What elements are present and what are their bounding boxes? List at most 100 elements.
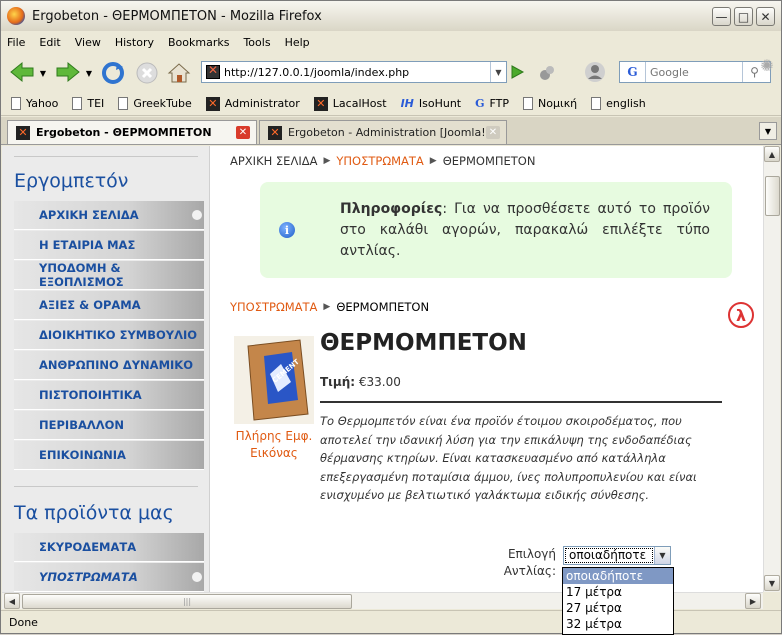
google-engine-icon[interactable]: G (620, 62, 646, 82)
bookmark-lacalhost[interactable]: ✕ LacalHost (313, 96, 387, 111)
breadcrumb-category[interactable]: ΥΠΟΣΤΡΩΜΑΤΑ (336, 154, 423, 168)
main-content: ΑΡΧΙΚΗ ΣΕΛΙΔΑ ▶ ΥΠΟΣΤΡΩΜΑΤΑ ▶ ΘΕΡΜΟΜΠΕΤΟ… (210, 146, 763, 592)
bookmark-nomiki[interactable]: Νομική (523, 97, 577, 110)
home-button[interactable] (165, 59, 193, 87)
menu-history[interactable]: History (115, 36, 154, 49)
chevron-down-icon[interactable]: ▼ (654, 547, 670, 564)
page-viewport: Εργομπετόν ΑΡΧΙΚΗ ΣΕΛΙΔΑ Η ΕΤΑΙΡΙΑ ΜΑΣ Υ… (2, 146, 763, 592)
menu-help[interactable]: Help (285, 36, 310, 49)
page-icon (72, 97, 83, 110)
sidebar-item-staff[interactable]: ΑΝΘΡΩΠΙΝΟ ΔΥΝΑΜΙΚΟ (14, 351, 204, 380)
close-tab-icon[interactable]: ✕ (236, 126, 250, 139)
sidebar-item-company[interactable]: Η ΕΤΑΙΡΙΑ ΜΑΣ (14, 231, 204, 260)
sidebar-item-home[interactable]: ΑΡΧΙΚΗ ΣΕΛΙΔΑ (14, 201, 204, 230)
scroll-up-button[interactable]: ▲ (764, 146, 780, 162)
breadcrumb-current: ΘΕΡΜΟΜΠΕΤΟΝ (442, 154, 536, 168)
pdf-icon[interactable]: λ (728, 302, 754, 328)
bookmark-yahoo[interactable]: Yahoo (11, 97, 58, 110)
bookmark-ftp[interactable]: G FTP (475, 97, 509, 110)
sidebar-item-contact[interactable]: ΕΠΙΚΟΙΝΩΝΙΑ (14, 441, 204, 470)
sidebar-item-substrates[interactable]: ΥΠΟΣΤΡΩΜΑΤΑ (14, 563, 204, 592)
sidebar-item-values[interactable]: ΑΞΙΕΣ & ΟΡΑΜΑ (14, 291, 204, 320)
sidebar-item-concrete[interactable]: ΣΚΥΡΟΔΕΜΑΤΑ (14, 533, 204, 562)
breadcrumb-arrow-icon: ▶ (429, 156, 437, 166)
vertical-scroll-thumb[interactable] (765, 176, 780, 216)
option-27m[interactable]: 27 μέτρα (563, 600, 673, 616)
product-title: ΘΕΡΜΟΜΠΕΤΟΝ (320, 330, 527, 356)
horizontal-scroll-thumb[interactable]: ||| (22, 594, 352, 609)
close-window-button[interactable]: ✕ (756, 7, 775, 26)
forward-arrow-icon (56, 61, 80, 83)
menu-view[interactable]: View (75, 36, 101, 49)
sidebar-title-products: Τα προϊόντα μας (14, 502, 174, 524)
menu-file[interactable]: File (7, 36, 25, 49)
full-image-link[interactable]: Πλήρης Εμφ. Εικόνας (228, 428, 320, 462)
sidebar-item-infrastructure[interactable]: ΥΠΟΔΟΜΗ & ΕΞΟΠΛΙΣΜΟΣ (14, 261, 204, 290)
isohunt-icon: IH (400, 97, 414, 110)
joomla-site-icon (206, 63, 220, 79)
sidebar-item-certificates[interactable]: ΠΙΣΤΟΠΟΙΗΤΙΚΑ (14, 381, 204, 410)
menu-bar: File Edit View History Bookmarks Tools H… (1, 31, 781, 53)
bookmark-english[interactable]: english (591, 97, 646, 110)
go-button[interactable] (506, 61, 528, 83)
window-title: Ergobeton - ΘΕΡΜΟΜΠΕΤΟΝ - Mozilla Firefo… (32, 8, 322, 24)
product-category-link[interactable]: ΥΠΟΣΤΡΩΜΑΤΑ (230, 300, 317, 314)
info-text: Πληροφορίες: Για να προσθέσετε αυτό το π… (340, 201, 710, 259)
sidebar-item-environment[interactable]: ΠΕΡΙΒΑΛΛΟΝ (14, 411, 204, 440)
sidebar-title-company: Εργομπετόν (14, 170, 129, 192)
joomla-icon: ✕ (313, 96, 328, 111)
url-history-dropdown[interactable]: ▼ (490, 62, 506, 82)
sidebar: Εργομπετόν ΑΡΧΙΚΗ ΣΕΛΙΔΑ Η ΕΤΑΙΡΙΑ ΜΑΣ Υ… (2, 146, 210, 592)
close-tab-icon[interactable]: ✕ (486, 126, 500, 139)
home-icon (167, 63, 191, 83)
search-bar[interactable]: G ⚲ (619, 61, 771, 83)
option-any[interactable]: οποιαδήποτε (563, 568, 673, 584)
product-image[interactable]: CEMENT (234, 336, 314, 424)
stop-button[interactable] (133, 59, 161, 87)
bookmark-tei[interactable]: TEI (72, 97, 104, 110)
puzzle-icon (540, 66, 554, 80)
profile-button[interactable] (581, 58, 609, 86)
reload-button[interactable] (99, 59, 127, 87)
extension-button[interactable] (536, 62, 558, 84)
bookmark-greektube[interactable]: GreekTube (118, 97, 192, 110)
pump-option-label: Επιλογή Αντλίας: (503, 547, 556, 578)
status-text: Done (9, 615, 38, 629)
reload-icon (102, 62, 124, 84)
page-icon (11, 97, 21, 110)
browser-window: Ergobeton - ΘΕΡΜΟΜΠΕΤΟΝ - Mozilla Firefo… (0, 0, 782, 635)
pump-option-select[interactable]: οποιαδήποτε ▼ (563, 546, 671, 565)
address-bar[interactable]: ▼ (201, 61, 507, 83)
breadcrumb-home[interactable]: ΑΡΧΙΚΗ ΣΕΛΙΔΑ (230, 154, 317, 168)
option-32m[interactable]: 32 μέτρα (563, 616, 673, 632)
tab-list-button[interactable]: ▼ (759, 122, 777, 140)
forward-button[interactable] (53, 60, 83, 84)
option-17m[interactable]: 17 μέτρα (563, 584, 673, 600)
minimize-button[interactable]: — (712, 7, 731, 26)
back-button[interactable] (7, 60, 37, 84)
tab-ergobeton-product[interactable]: ✕ Ergobeton - ΘΕΡΜΟΜΠΕΤΟΝ ✕ (7, 120, 257, 144)
page-icon (118, 97, 129, 110)
firefox-icon (7, 7, 25, 25)
breadcrumb: ΑΡΧΙΚΗ ΣΕΛΙΔΑ ▶ ΥΠΟΣΤΡΩΜΑΤΑ ▶ ΘΕΡΜΟΜΠΕΤΟ… (230, 154, 535, 168)
scroll-left-button[interactable]: ◀ (4, 593, 20, 609)
scroll-down-button[interactable]: ▼ (764, 575, 780, 591)
menu-edit[interactable]: Edit (39, 36, 60, 49)
vertical-scrollbar[interactable]: ▲ ▼ (763, 146, 780, 592)
cement-bag-image: CEMENT (247, 339, 309, 421)
navigation-toolbar: ▼ ▼ ▼ G ⚲ ✺ (1, 54, 781, 91)
menu-tools[interactable]: Tools (243, 36, 270, 49)
back-history-dropdown[interactable]: ▼ (37, 68, 49, 78)
menu-bookmarks[interactable]: Bookmarks (168, 36, 229, 49)
url-input[interactable] (224, 65, 490, 79)
scroll-right-button[interactable]: ▶ (745, 593, 761, 609)
bookmark-isohunt[interactable]: IH IsoHunt (401, 97, 462, 110)
sidebar-item-board[interactable]: ΔΙΟΙΚΗΤΙΚΟ ΣΥΜΒΟΥΛΙΟ (14, 321, 204, 350)
forward-history-dropdown[interactable]: ▼ (83, 68, 95, 78)
product-current: ΘΕΡΜΟΜΠΕΤΟΝ (336, 300, 430, 314)
tab-ergobeton-admin[interactable]: ✕ Ergobeton - Administration [Joomla!] ✕ (259, 120, 507, 144)
back-arrow-icon (10, 61, 34, 83)
search-input[interactable] (646, 65, 742, 79)
bookmark-administrator[interactable]: ✕ Administrator (205, 96, 300, 111)
maximize-button[interactable]: □ (734, 7, 753, 26)
